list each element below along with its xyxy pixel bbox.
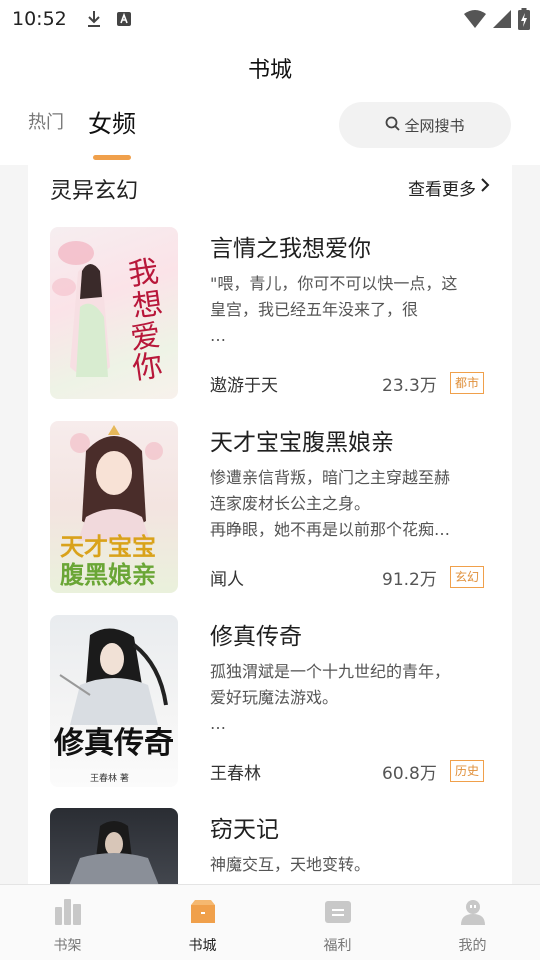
nav-label: 福利 (323, 938, 352, 954)
book-word-count: 60.8万 (382, 764, 437, 784)
book-desc-line: 皇宫，我已经五年没来了，很 (210, 300, 419, 319)
search-label: 全网搜书 (404, 116, 465, 135)
book-title: 言情之我想爱你 (210, 236, 371, 262)
section-title: 灵异玄幻 (50, 179, 139, 204)
book-description: "喂，青儿，你可不可以快一点，这 皇宫，我已经五年没来了，很 … (210, 271, 492, 349)
book-list-card: 灵异玄幻 查看更多 我 想 爱 你 言情之我想爱你 "喂，青儿，你可不可以快一点… (28, 165, 512, 885)
chevron-right-icon (480, 177, 490, 198)
tab-hot[interactable]: 热门 (28, 108, 64, 134)
svg-text:天才宝宝: 天才宝宝 (60, 532, 156, 561)
tab-active-indicator (93, 155, 131, 160)
bookshelf-icon (54, 899, 82, 929)
welfare-icon (324, 899, 352, 929)
book-category-tag: 都市 (450, 372, 485, 394)
book-title: 修真传奇 (210, 624, 302, 650)
book-desc-line: 神魔交互，天地变转。 (210, 855, 371, 874)
book-title: 窃天记 (210, 817, 279, 843)
book-author: 王春林 (210, 764, 261, 784)
book-item[interactable]: 天才宝宝 腹黑娘亲 天才宝宝腹黑娘亲 惨遭亲信背叛，暗门之主穿越至赫 连家废材长… (50, 421, 490, 597)
bottom-nav: 书架 书城 福利 我的 (0, 884, 540, 960)
book-item[interactable]: 修真传奇 王春林 著 修真传奇 孤独渭斌是一个十九世纪的青年， 爱好玩魔法游戏。… (50, 615, 490, 791)
signal-icon (492, 9, 512, 33)
book-cover[interactable]: 我 想 爱 你 (50, 227, 178, 399)
book-item[interactable]: 窃天记 神魔交互，天地变转。 (50, 808, 490, 885)
nav-label: 书城 (188, 938, 217, 954)
nav-welfare[interactable]: 福利 (270, 885, 405, 960)
book-desc-line: … (210, 326, 226, 345)
book-category-tag: 玄幻 (450, 566, 485, 588)
book-author: 闻人 (210, 570, 244, 590)
search-icon (385, 116, 401, 135)
font-icon (115, 10, 133, 28)
status-bar: 10:52 (0, 0, 540, 38)
see-more-link[interactable]: 查看更多 (408, 175, 490, 200)
nav-bookshelf[interactable]: 书架 (0, 885, 135, 960)
book-word-count: 23.3万 (382, 376, 437, 396)
book-cover[interactable]: 天才宝宝 腹黑娘亲 (50, 421, 178, 593)
status-right (464, 8, 530, 34)
svg-text:修真传奇: 修真传奇 (53, 726, 174, 761)
status-time: 10:52 (12, 8, 67, 30)
book-desc-line: 再睁眼，她不再是以前那个花痴… (210, 520, 451, 539)
book-desc-line: 孤独渭斌是一个十九世纪的青年， (210, 662, 451, 681)
book-description: 神魔交互，天地变转。 (210, 852, 492, 878)
nav-label: 书架 (53, 938, 82, 954)
book-desc-line: 爱好玩魔法游戏。 (210, 688, 339, 707)
book-category-tag: 历史 (450, 760, 485, 782)
profile-icon (459, 899, 487, 929)
download-icon (85, 10, 103, 28)
page-title: 书城 (247, 58, 292, 83)
book-description: 惨遭亲信背叛，暗门之主穿越至赫 连家废材长公主之身。 再睁眼，她不再是以前那个花… (210, 465, 492, 543)
nav-profile[interactable]: 我的 (405, 885, 540, 960)
svg-text:腹黑娘亲: 腹黑娘亲 (60, 560, 156, 589)
book-desc-line: … (210, 714, 226, 733)
book-author: 遨游于天 (210, 376, 278, 396)
nav-label: 我的 (458, 938, 487, 954)
book-title: 天才宝宝腹黑娘亲 (210, 430, 394, 456)
see-more-label: 查看更多 (408, 180, 476, 200)
book-desc-line: 连家废材长公主之身。 (210, 494, 371, 513)
battery-icon (518, 8, 530, 34)
book-desc-line: 惨遭亲信背叛，暗门之主穿越至赫 (210, 468, 451, 487)
svg-text:你: 你 (130, 348, 165, 387)
book-description: 孤独渭斌是一个十九世纪的青年， 爱好玩魔法游戏。 … (210, 659, 492, 737)
search-button[interactable]: 全网搜书 (339, 102, 511, 148)
bookstore-icon (189, 899, 217, 929)
book-cover[interactable]: 修真传奇 王春林 著 (50, 615, 178, 787)
svg-text:王春林 著: 王春林 著 (90, 772, 129, 784)
book-desc-line: "喂，青儿，你可不可以快一点，这 (210, 274, 458, 293)
nav-bookstore[interactable]: 书城 (135, 885, 270, 960)
book-item[interactable]: 我 想 爱 你 言情之我想爱你 "喂，青儿，你可不可以快一点，这 皇宫，我已经五… (50, 227, 490, 403)
book-word-count: 91.2万 (382, 570, 437, 590)
wifi-icon (464, 9, 486, 33)
tab-female[interactable]: 女频 (88, 104, 136, 139)
book-cover[interactable] (50, 808, 178, 885)
